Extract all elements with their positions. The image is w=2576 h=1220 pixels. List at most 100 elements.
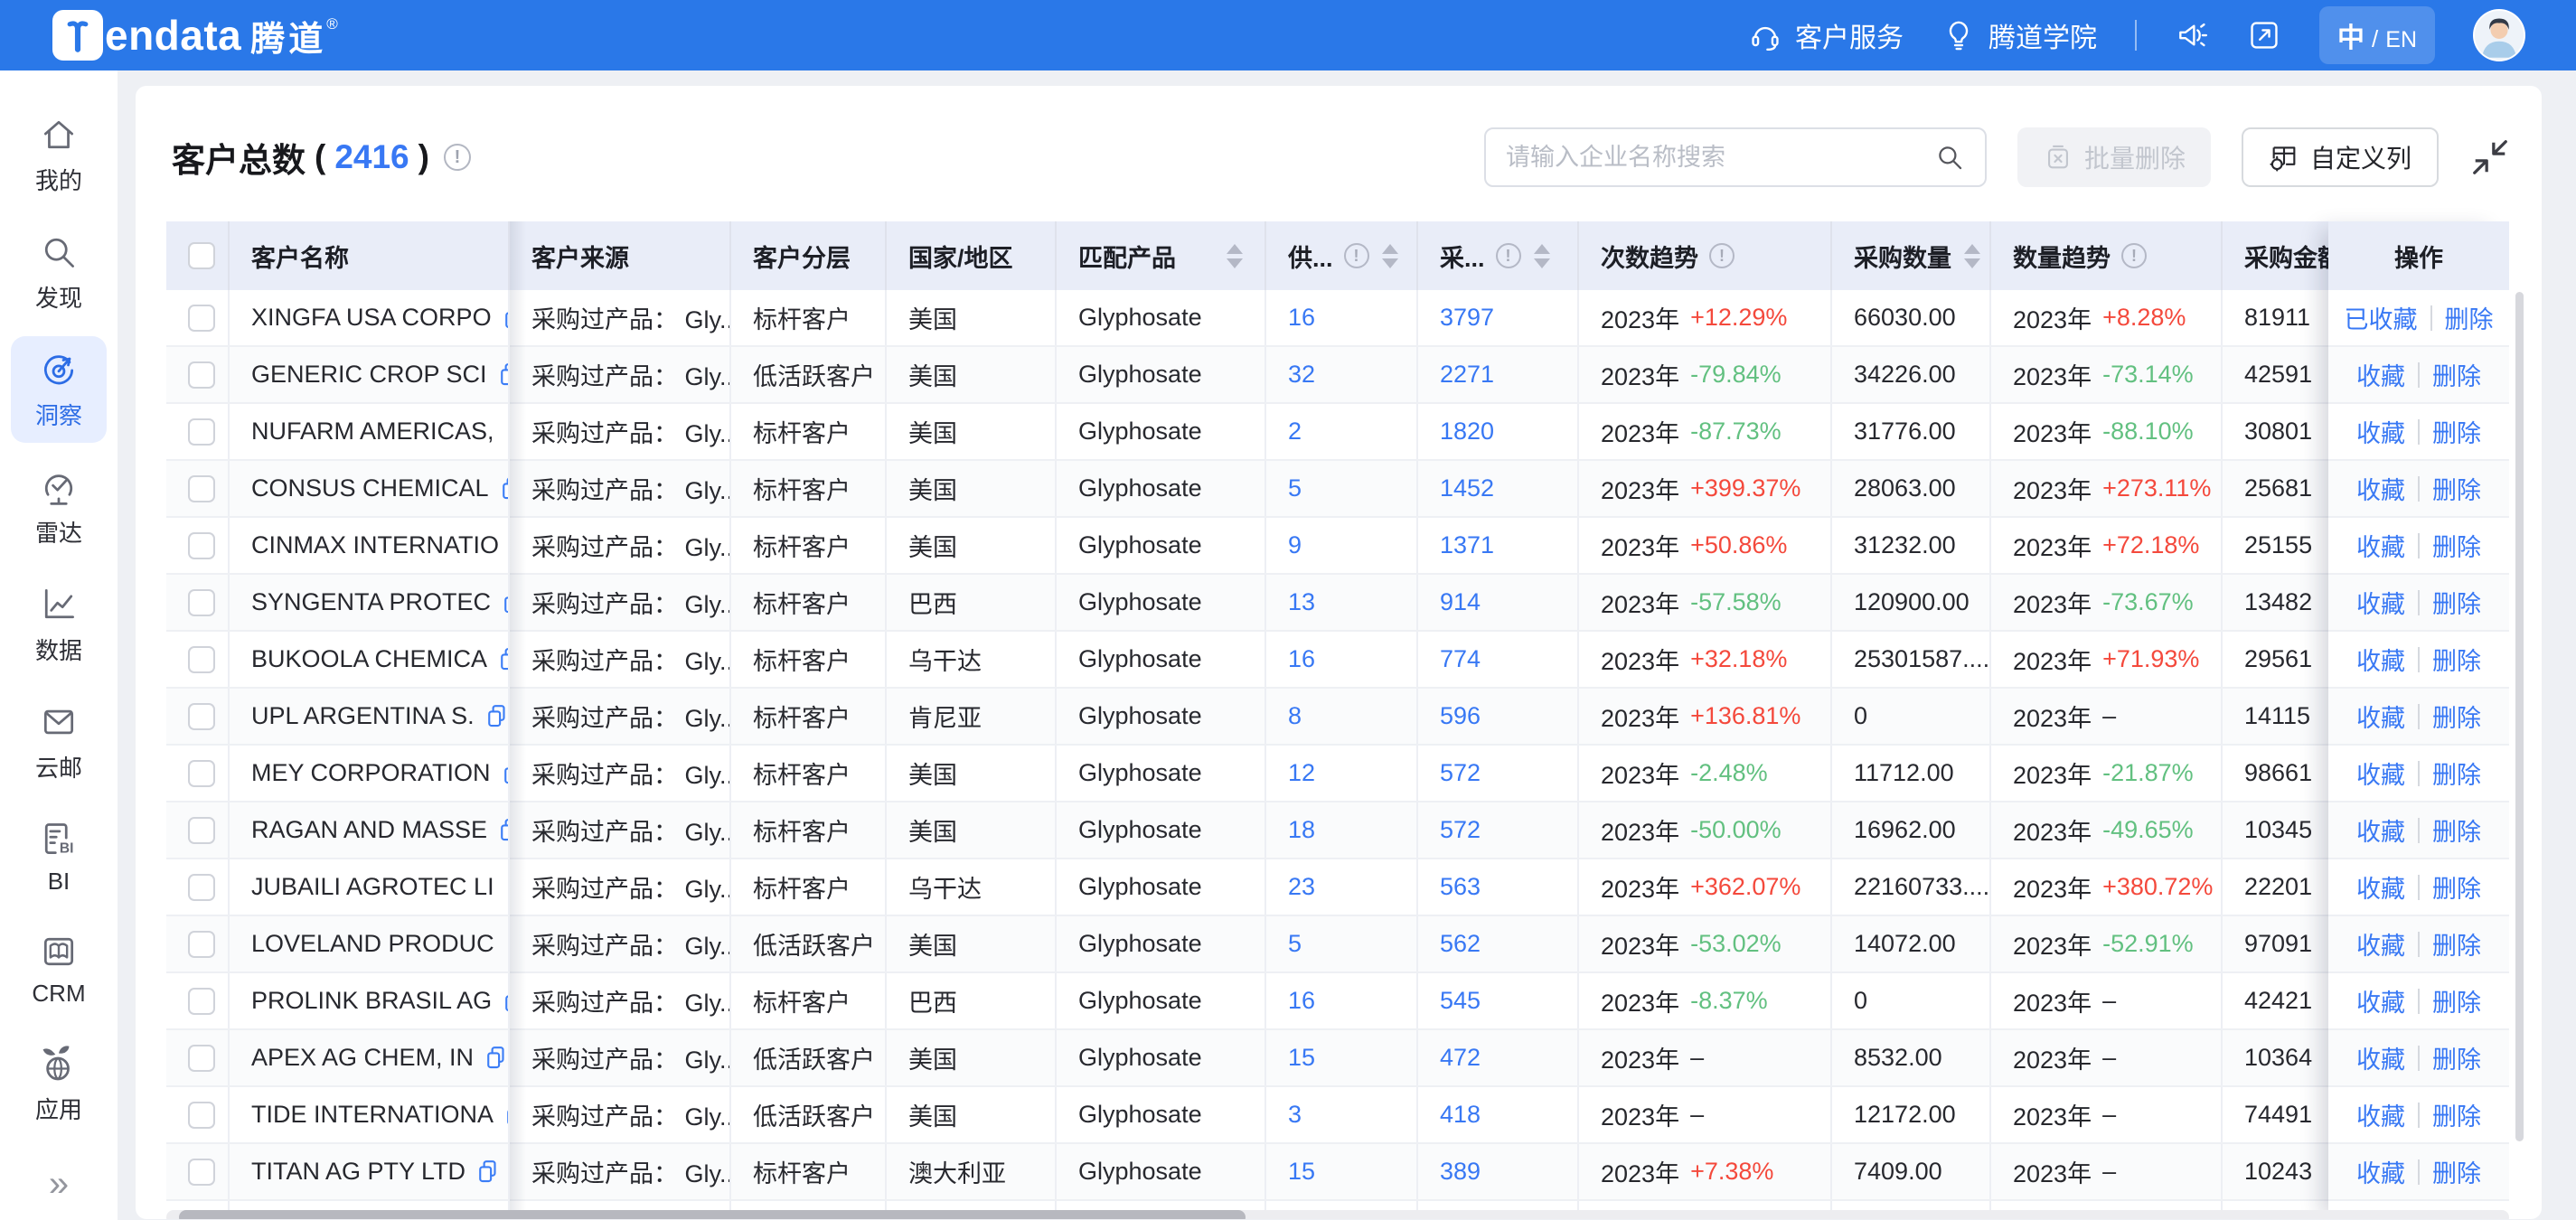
purchase-count-link[interactable]: 1820 [1440,418,1494,446]
tendata-logo[interactable]: endata 腾道 ® [52,10,338,61]
customer-name[interactable]: UPL ARGENTINA S. [251,702,475,730]
sidebar-expand-icon[interactable]: » [49,1166,69,1202]
supplier-count-link[interactable]: 8 [1288,702,1302,730]
purchase-count-link[interactable]: 914 [1440,588,1481,616]
purchase-count-link[interactable]: 389 [1440,1158,1481,1186]
sidebar-item-我的[interactable]: 我的 [11,101,107,208]
fullscreen-icon[interactable] [2247,18,2281,52]
copy-icon[interactable] [503,1102,510,1129]
copy-icon[interactable] [496,361,510,389]
copy-icon[interactable] [503,931,510,958]
nav-customer-service[interactable]: 客户服务 [1748,15,1904,55]
delete-link[interactable]: 删除 [2432,414,2481,449]
copy-icon[interactable] [500,589,510,616]
row-checkbox[interactable] [188,361,215,389]
delete-link[interactable]: 删除 [2432,983,2481,1018]
delete-link[interactable]: 删除 [2432,528,2481,563]
column-info-icon[interactable]: ! [1344,243,1369,268]
supplier-count-link[interactable]: 9 [1288,531,1302,559]
favorite-link[interactable]: 收藏 [2356,755,2405,791]
row-checkbox[interactable] [188,988,215,1015]
favorite-link[interactable]: 收藏 [2356,1097,2405,1132]
row-checkbox[interactable] [188,1159,215,1186]
favorite-link[interactable]: 收藏 [2356,357,2405,392]
delete-link[interactable]: 删除 [2432,471,2481,506]
purchase-count-link[interactable]: 3797 [1440,304,1494,332]
favorite-link[interactable]: 收藏 [2356,926,2405,962]
title-info-icon[interactable]: ! [444,144,471,171]
favorite-link[interactable]: 收藏 [2356,1040,2405,1075]
copy-icon[interactable] [498,475,510,502]
column-info-icon[interactable]: ! [1709,243,1735,268]
sort-icon[interactable] [1382,244,1398,268]
favorite-link[interactable]: 收藏 [2356,414,2405,449]
column-info-icon[interactable]: ! [1496,243,1521,268]
purchase-count-link[interactable]: 596 [1440,702,1481,730]
copy-icon[interactable] [475,1159,502,1186]
column-info-icon[interactable]: ! [2121,243,2147,268]
purchase-count-link[interactable]: 572 [1440,816,1481,844]
supplier-count-link[interactable]: 2 [1288,418,1302,446]
purchase-count-link[interactable]: 563 [1440,873,1481,901]
delete-link[interactable]: 删除 [2432,1097,2481,1132]
custom-columns-button[interactable]: 自定义列 [2242,127,2439,187]
customer-name[interactable]: MEY CORPORATION [251,759,491,787]
supplier-count-link[interactable]: 16 [1288,987,1315,1015]
customer-name[interactable]: NUFARM AMERICAS, [251,418,494,446]
copy-icon[interactable] [484,703,510,730]
delete-link[interactable]: 删除 [2432,699,2481,734]
search-icon[interactable] [1934,142,1965,173]
purchase-count-link[interactable]: 562 [1440,930,1481,958]
row-checkbox[interactable] [188,1102,215,1129]
sidebar-item-BI[interactable]: BIBI [11,806,107,907]
purchase-count-link[interactable]: 2271 [1440,361,1494,389]
customer-name[interactable]: CINMAX INTERNATIO [251,531,499,559]
supplier-count-link[interactable]: 32 [1288,361,1315,389]
vertical-scrollbar-thumb[interactable] [2515,292,2524,1141]
language-toggle[interactable]: 中 / EN [2319,6,2435,64]
delete-link[interactable]: 删除 [2432,1154,2481,1189]
supplier-count-link[interactable]: 3 [1288,1101,1302,1129]
favorite-link[interactable]: 收藏 [2356,471,2405,506]
row-checkbox[interactable] [188,760,215,787]
purchase-count-link[interactable]: 1371 [1440,531,1494,559]
copy-icon[interactable] [496,646,510,673]
delete-link[interactable]: 删除 [2432,357,2481,392]
favorite-link[interactable]: 收藏 [2356,699,2405,734]
supplier-count-link[interactable]: 5 [1288,474,1302,502]
nav-academy[interactable]: 腾道学院 [1941,15,2097,55]
supplier-count-link[interactable]: 15 [1288,1044,1315,1072]
supplier-count-link[interactable]: 15 [1288,1158,1315,1186]
row-checkbox[interactable] [188,589,215,616]
delete-link[interactable]: 删除 [2432,585,2481,620]
delete-link[interactable]: 删除 [2445,300,2494,335]
copy-icon[interactable] [500,760,510,787]
user-avatar[interactable] [2473,9,2525,61]
delete-link[interactable]: 删除 [2432,869,2481,905]
favorite-link[interactable]: 收藏 [2356,1154,2405,1189]
sidebar-item-CRM[interactable]: CRM [11,918,107,1019]
favorite-link[interactable]: 收藏 [2356,585,2405,620]
purchase-count-link[interactable]: 418 [1440,1101,1481,1129]
copy-icon[interactable] [501,305,510,332]
customer-name[interactable]: PROLINK BRASIL AG [251,987,492,1015]
sort-icon[interactable] [1964,244,1980,268]
supplier-count-link[interactable]: 5 [1288,930,1302,958]
copy-icon[interactable] [503,418,510,446]
customer-name[interactable]: XINGFA USA CORPO [251,304,492,332]
customer-name[interactable]: JUBAILI AGROTEC LI [251,873,494,901]
sort-icon[interactable] [1534,244,1550,268]
row-checkbox[interactable] [188,817,215,844]
purchase-count-link[interactable]: 774 [1440,645,1481,673]
collapse-view-icon[interactable] [2469,136,2511,178]
favorite-link[interactable]: 已收藏 [2345,300,2418,335]
customer-name[interactable]: TITAN AG PTY LTD [251,1158,465,1186]
row-checkbox[interactable] [188,874,215,901]
sort-icon[interactable] [1227,244,1243,268]
customer-name[interactable]: APEX AG CHEM, IN [251,1044,474,1072]
customer-name[interactable]: SYNGENTA PROTEC [251,588,491,616]
sidebar-item-数据[interactable]: 数据 [11,571,107,678]
purchase-count-link[interactable]: 1452 [1440,474,1494,502]
customer-name[interactable]: BUKOOLA CHEMICA [251,645,487,673]
purchase-count-link[interactable]: 545 [1440,987,1481,1015]
